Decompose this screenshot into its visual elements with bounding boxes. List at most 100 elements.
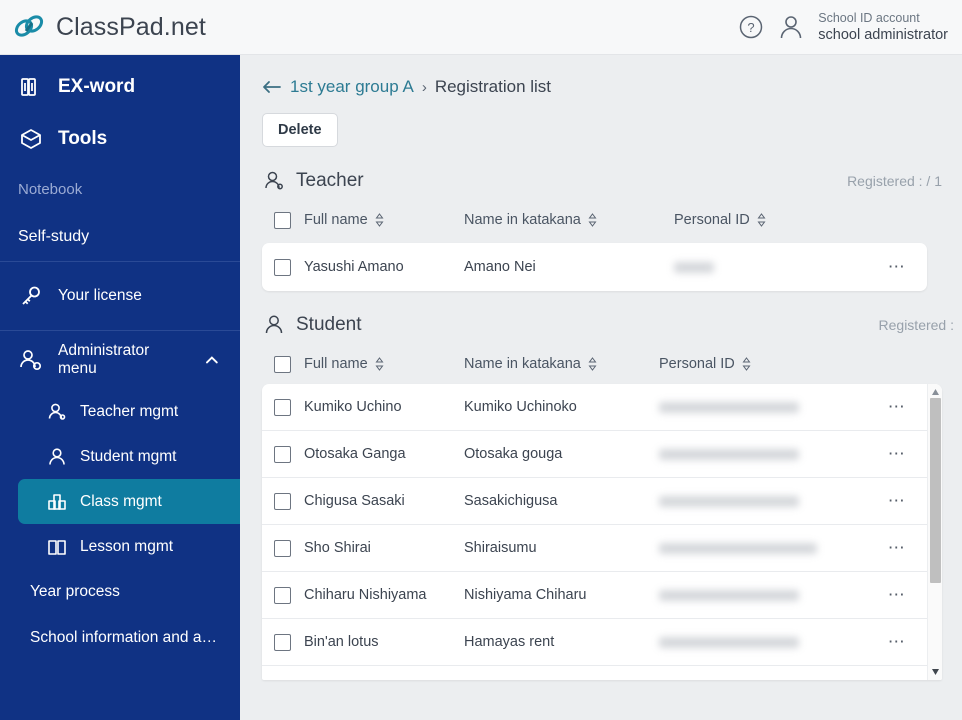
ellipsis-icon[interactable]: ⋯ <box>888 585 907 605</box>
column-label: Full name <box>304 356 368 372</box>
row-checkbox[interactable] <box>274 258 291 276</box>
row-actions-cell: ⋯ <box>867 538 927 558</box>
cell-personal-id <box>659 401 867 413</box>
link-rings-icon <box>14 15 44 37</box>
column-label: Personal ID <box>659 356 735 372</box>
account-name: school administrator <box>818 26 948 43</box>
account-block[interactable]: School ID account school administrator <box>818 10 948 45</box>
sidebar-item-teacher-mgmt[interactable]: Teacher mgmt <box>18 389 240 434</box>
table-row[interactable]: Kumiko Uchino Kumiko Uchinoko ⋯ <box>262 384 927 431</box>
arrow-left-icon[interactable] <box>262 79 282 95</box>
column-full-name[interactable]: Full name <box>304 212 464 228</box>
row-select-cell <box>262 633 304 651</box>
student-icon <box>265 315 283 334</box>
sidebar-item-lesson-mgmt[interactable]: Lesson mgmt <box>18 524 240 569</box>
key-icon <box>22 286 40 305</box>
redacted-value <box>659 636 799 648</box>
column-label: Name in katakana <box>464 212 581 228</box>
row-checkbox[interactable] <box>274 633 291 651</box>
sidebar-item-class-mgmt[interactable]: Class mgmt <box>18 479 240 524</box>
class-icon <box>48 493 66 510</box>
row-select-cell <box>262 586 304 604</box>
sort-updown-icon[interactable] <box>757 213 766 227</box>
row-checkbox[interactable] <box>274 492 291 510</box>
ellipsis-icon[interactable]: ⋯ <box>888 397 907 417</box>
svg-text:?: ? <box>748 20 755 35</box>
row-checkbox[interactable] <box>274 398 291 416</box>
column-personal-id[interactable]: Personal ID <box>674 212 902 228</box>
header-right: ? School ID account school administrator <box>738 10 962 45</box>
row-checkbox[interactable] <box>274 539 291 557</box>
sort-updown-icon[interactable] <box>375 357 384 371</box>
redacted-value <box>659 542 817 554</box>
cell-full-name: Sho Shirai <box>304 540 371 556</box>
books-icon <box>21 78 36 96</box>
sort-updown-icon[interactable] <box>588 213 597 227</box>
main-content: 1st year group A › Registration list Del… <box>240 55 962 720</box>
select-all-checkbox[interactable] <box>274 355 291 373</box>
student-section-header: Student Registered : <box>262 313 954 337</box>
sidebar-item-label: Teacher mgmt <box>80 402 179 420</box>
account-type-label: School ID account <box>818 10 920 25</box>
ellipsis-icon[interactable]: ⋯ <box>888 632 907 652</box>
row-checkbox[interactable] <box>274 445 291 463</box>
sidebar-item-label: Notebook <box>18 180 83 198</box>
sidebar-item-administrator-menu[interactable]: Administrator menu <box>0 331 240 389</box>
sidebar-item-self-study[interactable]: Self-study <box>0 213 240 261</box>
column-personal-id[interactable]: Personal ID <box>659 356 902 372</box>
table-row[interactable]: Yasushi Amano Amano Nei ⋯ <box>262 243 927 291</box>
cell-full-name: Chiharu Nishiyama <box>304 587 427 603</box>
table-row[interactable]: Bin'an lotus Hamayas rent ⋯ <box>262 619 927 666</box>
cell-katakana: Nishiyama Chiharu <box>464 587 587 603</box>
table-row[interactable]: Chiharu Nishiyama Nishiyama Chiharu ⋯ <box>262 572 927 619</box>
sidebar-item-tools[interactable]: Tools <box>0 113 240 165</box>
table-row[interactable]: Otosaka Ganga Otosaka gouga ⋯ <box>262 431 927 478</box>
sort-updown-icon[interactable] <box>588 357 597 371</box>
brand[interactable]: ClassPad.net <box>0 12 206 42</box>
column-katakana[interactable]: Name in katakana <box>464 356 659 372</box>
sidebar-item-your-license[interactable]: Your license <box>0 262 240 330</box>
table-row[interactable]: Sho Shirai Shiraisumu ⋯ <box>262 525 927 572</box>
chevron-up-icon[interactable] <box>204 352 220 368</box>
teacher-section-header: Teacher Registered : / 1 <box>262 169 942 193</box>
delete-button[interactable]: Delete <box>262 113 338 147</box>
column-katakana[interactable]: Name in katakana <box>464 212 674 228</box>
row-checkbox[interactable] <box>274 586 291 604</box>
sidebar-item-ex-word[interactable]: EX-word <box>0 61 240 113</box>
row-select-cell <box>262 445 304 463</box>
row-select-cell <box>262 398 304 416</box>
ellipsis-icon[interactable]: ⋯ <box>888 444 907 464</box>
sidebar-item-student-mgmt[interactable]: Student mgmt <box>18 434 240 479</box>
breadcrumb-parent-link[interactable]: 1st year group A <box>290 77 414 97</box>
select-all-cell <box>262 355 304 373</box>
column-full-name[interactable]: Full name <box>304 356 464 372</box>
sort-updown-icon[interactable] <box>375 213 384 227</box>
cell-katakana: Hamayas rent <box>464 634 555 650</box>
table-row[interactable]: Chigusa Sasaki Sasakichigusa ⋯ <box>262 478 927 525</box>
cell-personal-id <box>674 261 867 273</box>
sidebar-item-label: School information and a… <box>30 629 217 646</box>
cell-personal-id <box>659 448 867 460</box>
caret-up-icon[interactable] <box>931 388 940 396</box>
caret-down-icon[interactable] <box>931 668 940 676</box>
select-all-checkbox[interactable] <box>274 211 291 229</box>
column-label: Personal ID <box>674 212 750 228</box>
row-actions-cell: ⋯ <box>867 632 927 652</box>
sidebar-item-notebook[interactable]: Notebook <box>0 165 240 213</box>
teacher-column-headers: Full name Name in katakana Personal ID <box>262 205 962 235</box>
brand-name: ClassPad.net <box>56 12 206 41</box>
scrollbar[interactable] <box>927 384 942 680</box>
user-avatar-icon[interactable] <box>778 13 804 41</box>
row-actions-cell: ⋯ <box>867 397 927 417</box>
question-circle-icon[interactable]: ? <box>738 14 764 40</box>
ellipsis-icon[interactable]: ⋯ <box>888 538 907 558</box>
sidebar-item-school-information[interactable]: School information and a… <box>0 615 240 661</box>
ellipsis-icon[interactable]: ⋯ <box>888 491 907 511</box>
toolbox-icon <box>21 129 41 149</box>
cell-katakana: Shiraisumu <box>464 540 537 556</box>
ellipsis-icon[interactable]: ⋯ <box>888 257 907 277</box>
sidebar-item-year-process[interactable]: Year process <box>0 569 240 615</box>
scrollbar-thumb[interactable] <box>930 398 941 583</box>
sort-updown-icon[interactable] <box>742 357 751 371</box>
section-title: Teacher <box>296 170 364 191</box>
